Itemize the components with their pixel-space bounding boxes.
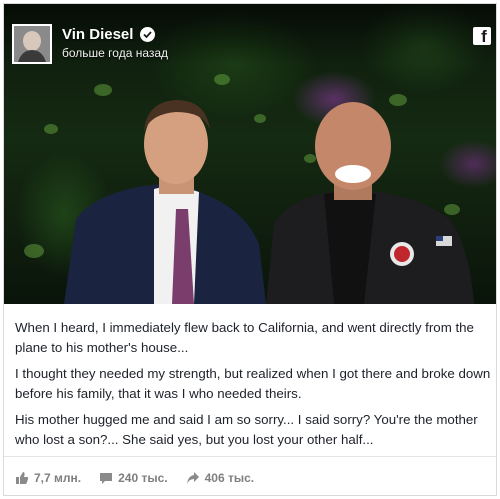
like-button[interactable]: 7,7 млн.: [15, 471, 81, 485]
author-avatar[interactable]: [12, 24, 52, 64]
author-name[interactable]: Vin Diesel: [62, 26, 133, 43]
engagement-bar: 7,7 млн. 240 тыс. 406 тыс.: [15, 468, 272, 488]
post-body: When I heard, I immediately flew back to…: [15, 318, 491, 456]
verified-check-icon: [140, 27, 155, 42]
comment-bubble-icon: [100, 473, 113, 484]
share-arrow-icon: [186, 472, 199, 484]
share-button[interactable]: 406 тыс.: [186, 471, 255, 485]
facebook-logo-icon[interactable]: f: [473, 27, 491, 45]
post-photo[interactable]: Vin Diesel больше года назад f: [4, 4, 496, 304]
comment-button[interactable]: 240 тыс.: [99, 471, 168, 485]
thumbs-up-icon: [16, 472, 29, 484]
post-paragraph: When I heard, I immediately flew back to…: [15, 320, 474, 355]
comments-count: 240 тыс.: [118, 471, 168, 485]
post-paragraph: I thought they needed my strength, but r…: [15, 366, 491, 401]
shares-count: 406 тыс.: [204, 471, 255, 485]
facebook-post-card: Vin Diesel больше года назад f When I he…: [3, 3, 497, 496]
post-timestamp[interactable]: больше года назад: [62, 46, 168, 60]
divider: [4, 456, 496, 457]
likes-count: 7,7 млн.: [34, 471, 82, 485]
post-paragraph: His mother hugged me and said I am so so…: [15, 412, 478, 447]
avatar-portrait-icon: [14, 26, 50, 62]
